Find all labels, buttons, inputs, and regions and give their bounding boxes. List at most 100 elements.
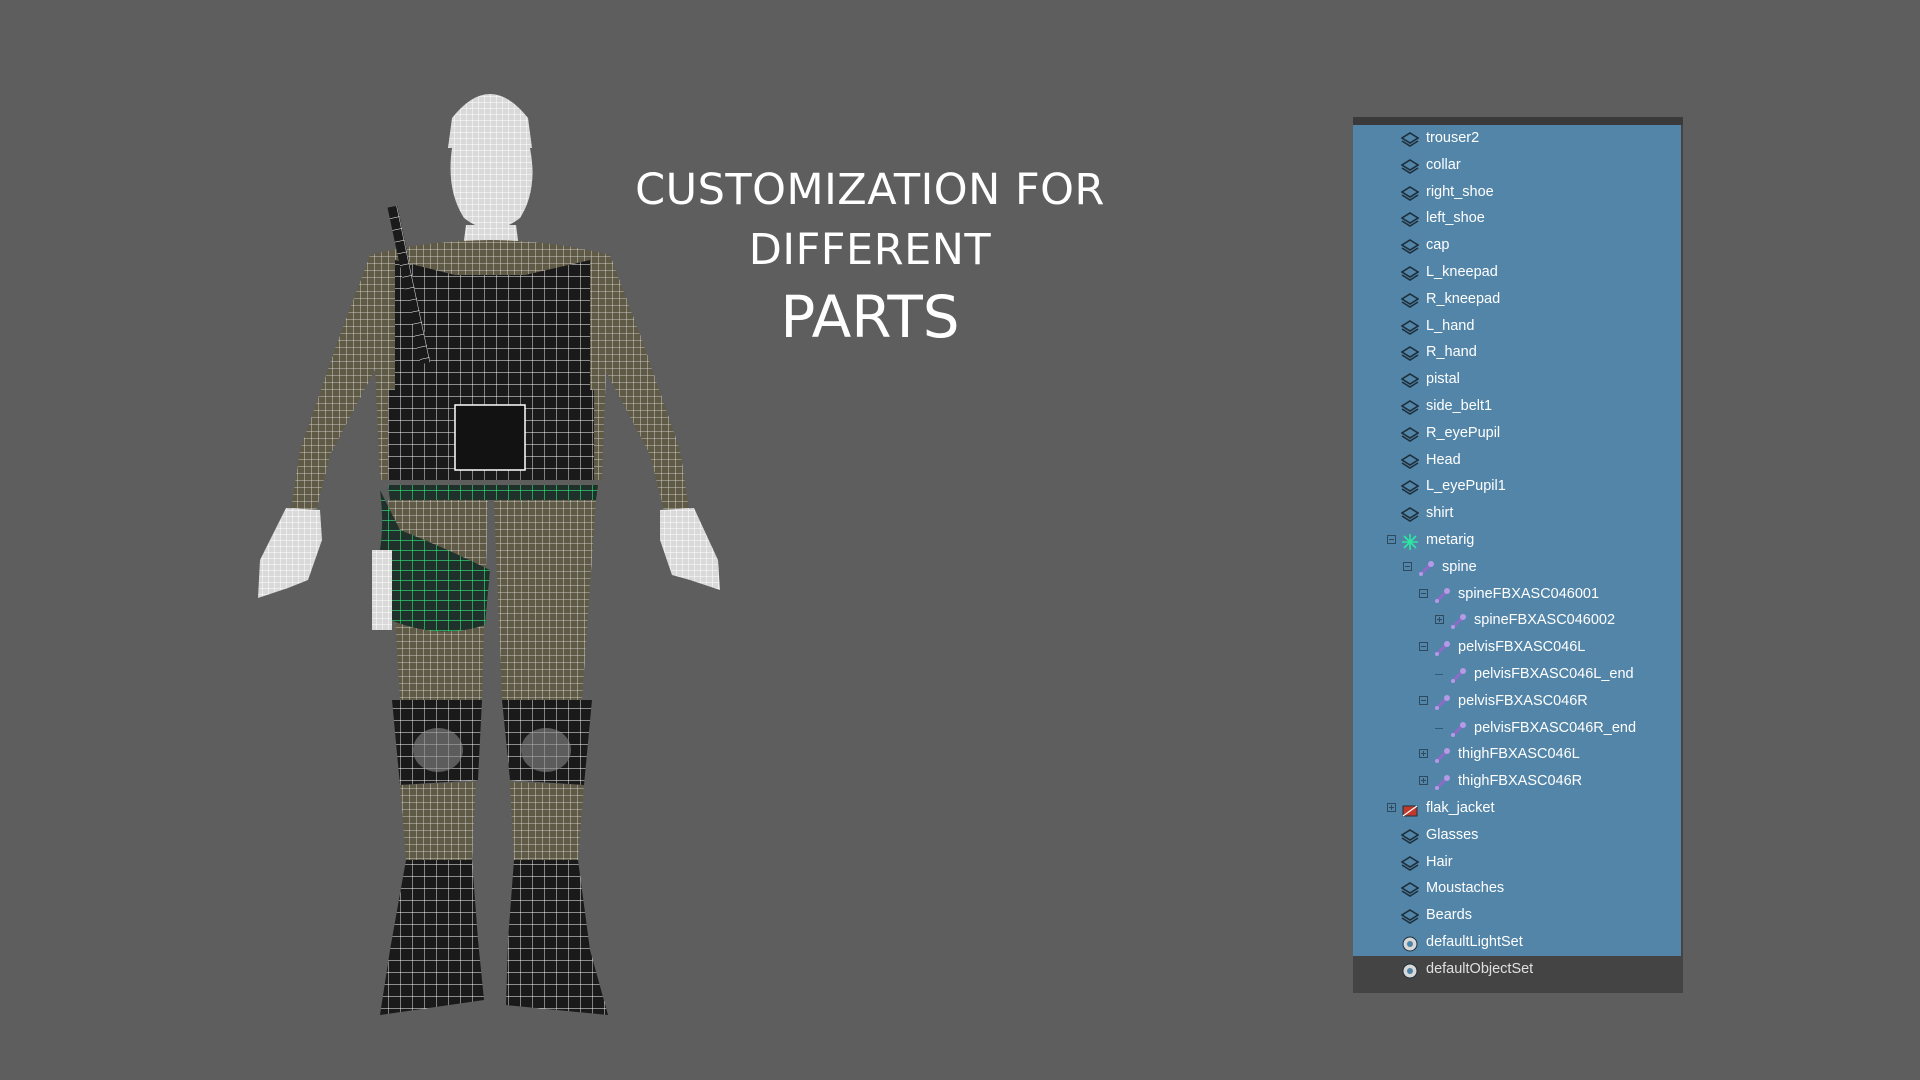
expand-icon[interactable]	[1419, 776, 1428, 786]
outliner-item[interactable]: shirt	[1353, 500, 1681, 527]
outliner-item[interactable]: flak_jacket	[1353, 794, 1681, 822]
outliner-item[interactable]: pistal	[1353, 366, 1681, 393]
outliner-item[interactable]: Moustaches	[1353, 875, 1681, 903]
outliner-item-label: L_kneepad	[1426, 263, 1498, 280]
boots-mesh	[380, 860, 608, 1015]
tree-branch-line	[1435, 673, 1443, 675]
outliner-item[interactable]: side_belt1	[1353, 392, 1681, 420]
outliner-item[interactable]: defaultObjectSet	[1353, 955, 1681, 983]
outliner-item[interactable]: Head	[1353, 446, 1681, 474]
outliner-item-label: Head	[1426, 451, 1461, 468]
mesh-icon	[1400, 399, 1420, 415]
outliner-item-label: metarig	[1426, 531, 1475, 548]
joint-icon	[1449, 613, 1467, 630]
mesh-icon	[1400, 319, 1420, 335]
set-icon	[1401, 962, 1419, 979]
mesh-icon	[1400, 131, 1420, 147]
outliner-item[interactable]: L_kneepad	[1353, 258, 1681, 286]
collapse-icon[interactable]	[1419, 695, 1428, 705]
viewport-3d[interactable]	[220, 60, 780, 1050]
outliner-item[interactable]: thighFBXASC046R	[1353, 768, 1681, 795]
mesh-icon	[1400, 238, 1420, 255]
outliner-item[interactable]: pelvisFBXASC046R_end	[1353, 714, 1681, 742]
outliner-item-label: R_hand	[1426, 344, 1477, 361]
outliner-item-label: L_hand	[1426, 317, 1475, 334]
outliner-item-label: R_kneepad	[1426, 290, 1501, 307]
mesh-icon	[1400, 453, 1420, 469]
outliner-item-label: thighFBXASC046L	[1458, 746, 1580, 763]
outliner-item-label: shirt	[1426, 505, 1454, 522]
outliner-item[interactable]: spine	[1353, 553, 1681, 581]
outliner-item[interactable]: collar	[1353, 151, 1681, 179]
outliner-item-label: spineFBXASC046001	[1458, 585, 1600, 602]
outliner-item[interactable]: R_hand	[1353, 339, 1681, 367]
outliner-item[interactable]: trouser2	[1353, 125, 1681, 152]
outliner-item-label: defaultLightSet	[1426, 933, 1523, 950]
mesh-icon	[1400, 158, 1420, 174]
joint-icon	[1433, 747, 1451, 764]
outliner-item-label: Hair	[1426, 853, 1453, 870]
outliner-item-label: Beards	[1426, 907, 1472, 924]
collapse-icon[interactable]	[1419, 588, 1428, 598]
pistol-mesh	[372, 550, 392, 630]
mesh-icon	[1400, 426, 1420, 442]
outliner-item-label: pelvisFBXASC046L	[1458, 639, 1586, 656]
mesh-icon	[1400, 345, 1420, 362]
outliner-item-label: L_eyePupil1	[1426, 478, 1506, 495]
joint-icon	[1433, 587, 1451, 603]
character-wireframe	[258, 94, 720, 1015]
joint-icon	[1417, 560, 1435, 576]
outliner-item-label: cap	[1426, 237, 1450, 254]
mesh-icon	[1400, 908, 1420, 925]
outliner-item[interactable]: pelvisFBXASC046L	[1353, 634, 1681, 661]
outliner-item[interactable]: cap	[1353, 232, 1681, 259]
outliner-item[interactable]: R_kneepad	[1353, 285, 1681, 313]
outliner-item[interactable]: Glasses	[1353, 821, 1681, 849]
tree-branch-line	[1435, 727, 1443, 729]
outliner-item-label: flak_jacket	[1426, 799, 1495, 816]
outliner-item-label: pelvisFBXASC046L_end	[1474, 665, 1634, 682]
outliner-item-label: R_eyePupil	[1426, 424, 1501, 441]
outliner-item-label: Glasses	[1426, 826, 1479, 843]
outliner-item[interactable]: pelvisFBXASC046L_end	[1353, 660, 1681, 688]
outliner-item[interactable]: metarig	[1353, 526, 1681, 554]
outliner-item[interactable]: left_shoe	[1353, 205, 1681, 233]
outliner-item-label: defaultObjectSet	[1426, 960, 1534, 977]
expand-icon[interactable]	[1387, 802, 1396, 812]
kneepad-mesh	[392, 700, 592, 785]
mesh-icon	[1400, 828, 1420, 844]
joint-icon	[1449, 667, 1467, 683]
outliner-list: trouser2 collar right_shoe left_shoecap L_kn…	[1353, 125, 1683, 983]
outliner-item[interactable]: Hair	[1353, 848, 1681, 876]
mesh-icon	[1400, 479, 1420, 496]
outliner-item[interactable]: Beards	[1353, 902, 1681, 929]
outliner-panel[interactable]: trouser2 collar right_shoe left_shoecap L_kn…	[1353, 117, 1683, 993]
outliner-item-label: pelvisFBXASC046R_end	[1474, 719, 1637, 736]
outliner-item[interactable]: spineFBXASC046001	[1353, 580, 1681, 608]
expand-icon[interactable]	[1435, 615, 1444, 625]
joint-icon	[1433, 694, 1451, 710]
outliner-item[interactable]: L_hand	[1353, 312, 1681, 340]
collapse-icon[interactable]	[1387, 534, 1396, 544]
side-belt-highlight	[388, 485, 598, 500]
mesh-icon	[1400, 372, 1420, 389]
collapse-icon[interactable]	[1419, 642, 1428, 652]
outliner-item[interactable]: thighFBXASC046L	[1353, 741, 1681, 769]
lower-legs-mesh	[400, 782, 584, 860]
set-icon	[1401, 935, 1419, 952]
outliner-item[interactable]: R_eyePupil	[1353, 419, 1681, 447]
joint-icon	[1449, 721, 1467, 737]
outliner-item[interactable]: right_shoe	[1353, 178, 1681, 206]
mesh-icon	[1400, 265, 1420, 281]
mesh-icon	[1400, 855, 1420, 871]
outliner-item[interactable]: defaultLightSet	[1353, 928, 1681, 956]
outliner-item[interactable]: spineFBXASC046002	[1353, 607, 1681, 635]
collapse-icon[interactable]	[1403, 561, 1412, 571]
mesh-icon	[1400, 185, 1420, 201]
outliner-item-label: collar	[1426, 156, 1461, 173]
mesh-icon	[1400, 506, 1420, 523]
outliner-item[interactable]: pelvisFBXASC046R	[1353, 687, 1681, 715]
mesh-icon	[1400, 211, 1420, 228]
expand-icon[interactable]	[1419, 749, 1428, 759]
outliner-item[interactable]: L_eyePupil1	[1353, 473, 1681, 501]
